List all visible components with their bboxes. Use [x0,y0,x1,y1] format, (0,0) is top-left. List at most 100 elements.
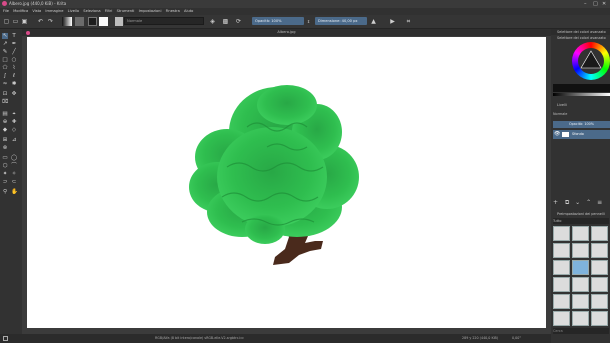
color-history-strip[interactable] [553,84,610,92]
blend-mode-combo[interactable]: Normale [124,17,204,25]
brush-preset[interactable] [572,243,589,258]
calligraphy-icon[interactable]: ✒ [11,41,17,47]
size-slider[interactable]: Dimensione: 40,00 px [315,17,367,25]
menu-file[interactable]: File [3,8,9,15]
move-layer-up-icon[interactable]: ⌃ [586,199,591,206]
brush-preset[interactable] [572,277,589,292]
brush-preset[interactable] [553,226,570,241]
polygon-tool-icon[interactable]: ⬠ [2,65,8,71]
crop-tool-icon[interactable]: ⌧ [2,99,8,105]
mirror-icon[interactable]: ▶ [389,18,396,25]
brush-preset[interactable] [553,260,570,275]
color-shade-strip[interactable] [553,93,610,96]
color-picker-icon[interactable]: ⌖ [11,111,17,117]
menu-filtri[interactable]: Filtri [105,8,113,15]
color-selector-tab[interactable]: Selettore dei colori avanzato [551,35,610,41]
layer-visibility-icon[interactable]: 👁 [554,130,560,139]
brush-preset[interactable] [591,294,608,309]
measure-tool-icon[interactable]: ⊿ [11,137,17,143]
ellipse-tool-icon[interactable]: ○ [11,57,17,63]
maximize-button[interactable]: □ [593,0,598,8]
brush-preset-icon[interactable] [115,17,123,26]
enclose-fill-icon[interactable]: ◇ [11,127,17,133]
drawing-canvas[interactable] [27,37,546,328]
brush-preset[interactable] [553,311,570,326]
brush-preset[interactable] [553,277,570,292]
menu-impostazioni[interactable]: Impostazioni [139,8,162,15]
redo-icon[interactable]: ↷ [47,18,54,25]
multibrush-icon[interactable]: ✱ [11,81,17,87]
save-icon[interactable]: ▣ [21,18,28,25]
add-layer-icon[interactable]: + [553,199,558,206]
reload-preset-icon[interactable]: ⟳ [235,18,242,25]
line-tool-icon[interactable]: ╱ [11,49,17,55]
fill-tool-icon[interactable]: ◆ [2,127,8,133]
pan-tool-icon[interactable]: ✋ [11,189,18,195]
menu-strumenti[interactable]: Strumenti [117,8,135,15]
rect-select-icon[interactable]: ▭ [2,155,8,161]
move-layer-down-icon[interactable]: ⌄ [575,199,580,206]
layer-opacity-slider[interactable]: Opacità: 100% [553,121,610,128]
assistant-tool-icon[interactable]: ⊞ [2,137,8,143]
menu-seleziona[interactable]: Seleziona [83,8,100,15]
background-color-swatch[interactable] [99,17,108,26]
polygon-select-icon[interactable]: ⬡ [2,163,8,169]
new-document-icon[interactable]: ▢ [3,18,10,25]
color-wheel[interactable] [572,42,610,80]
brush-tag-select[interactable]: Tutto [553,218,609,224]
close-button[interactable]: ✕ [602,0,606,8]
symmetry-icon[interactable]: ▲ [370,18,377,25]
bezier-select-icon[interactable]: ⊃ [2,179,8,185]
freehand-path-icon[interactable]: ℓ [11,73,17,79]
gradient-tool-icon[interactable]: ▤ [2,111,8,117]
freehand-select-icon[interactable]: ⌒ [11,163,17,169]
bezier-tool-icon[interactable]: ∫ [2,73,8,79]
brush-search-input[interactable]: Cerca [553,328,609,334]
reference-images-icon[interactable]: ⊗ [2,145,8,151]
eraser-mode-icon[interactable]: ◈ [209,18,216,25]
magnetic-select-icon[interactable]: ⊂ [11,179,17,185]
open-document-icon[interactable]: ▭ [12,18,19,25]
brush-preset[interactable] [572,294,589,309]
ellipse-select-icon[interactable]: ◯ [11,155,17,161]
menu-livello[interactable]: Livello [68,8,80,15]
polyline-tool-icon[interactable]: ⌇ [11,65,17,71]
rectangle-tool-icon[interactable]: □ [2,57,8,63]
wrap-around-icon[interactable]: ⌗ [405,18,412,25]
document-tab[interactable]: Albero.jpg [22,29,551,36]
layer-menu-icon[interactable]: ≡ [597,199,602,206]
menu-vista[interactable]: Vista [32,8,41,15]
preserve-alpha-icon[interactable]: ▩ [222,18,229,25]
menu-aiuto[interactable]: Aiuto [184,8,193,15]
brush-preset[interactable] [591,226,608,241]
similar-select-icon[interactable]: ✧ [11,171,17,177]
gradient-swatch[interactable] [62,17,72,26]
brush-preset[interactable] [553,294,570,309]
undo-icon[interactable]: ↶ [37,18,44,25]
color-triangle[interactable] [580,49,602,71]
brush-preset[interactable] [553,243,570,258]
opacity-slider[interactable]: Opacità: 100% [252,17,304,25]
duplicate-layer-icon[interactable]: ⧉ [565,199,569,206]
brush-preset[interactable] [591,277,608,292]
brush-preset[interactable] [572,311,589,326]
foreground-color-swatch[interactable] [88,17,97,26]
brush-preset[interactable] [591,260,608,275]
freehand-brush-icon[interactable]: ✎ [2,49,8,55]
brush-preset[interactable] [591,243,608,258]
menu-finestra[interactable]: Finestra [166,8,180,15]
text-tool-icon[interactable]: T [11,33,17,39]
smart-patch-icon[interactable]: ✚ [11,119,17,125]
edit-shapes-icon[interactable]: ↗ [2,41,8,47]
menu-immagine[interactable]: Immagine [45,8,63,15]
pattern-swatch[interactable] [75,17,84,26]
move-tool-icon[interactable]: ✥ [11,91,17,97]
select-shapes-icon[interactable]: ↖ [2,33,8,39]
brush-preset[interactable] [591,311,608,326]
layer-row[interactable]: 👁 Sfondo [553,130,610,139]
zoom-tool-icon[interactable]: ⚲ [2,189,8,195]
menu-modifica[interactable]: Modifica [13,8,28,15]
transform-tool-icon[interactable]: ⊡ [2,91,8,97]
brush-preset-selected[interactable] [572,260,589,275]
brush-preset[interactable] [572,226,589,241]
